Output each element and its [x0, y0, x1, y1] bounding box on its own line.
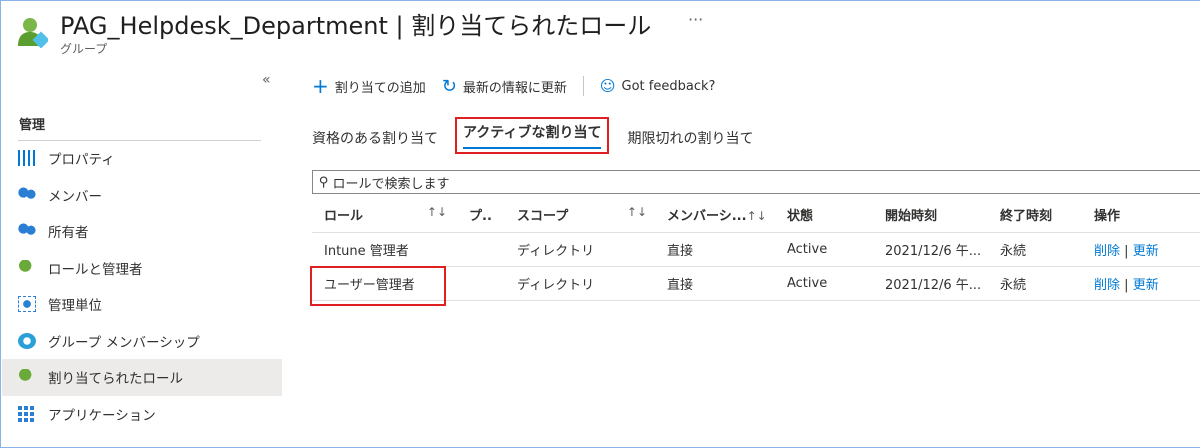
cell-end: 永続	[988, 232, 1082, 267]
update-link[interactable]: 更新	[1133, 244, 1159, 259]
update-link[interactable]: 更新	[1133, 278, 1159, 293]
cell-membership: 直接	[655, 266, 775, 301]
col-start[interactable]: 開始時刻	[873, 198, 988, 233]
sidebar-item-label: プロパティ	[48, 152, 115, 169]
properties-icon	[18, 150, 36, 167]
sidebar-item-assigned-roles[interactable]: 割り当てられたロール	[2, 359, 282, 396]
sidebar-item-label: アプリケーション	[48, 407, 156, 424]
sidebar-item-group-membership[interactable]: グループ メンバーシップ	[2, 323, 282, 360]
cell-p	[457, 232, 505, 267]
sidebar-item-properties[interactable]: プロパティ	[2, 140, 282, 177]
button-label: 最新の情報に更新	[462, 80, 567, 96]
roles-icon	[18, 259, 36, 276]
add-assignment-button[interactable]: + 割り当ての追加	[312, 74, 426, 98]
cell-end: 永続	[988, 266, 1082, 301]
search-input[interactable]: ⚲ ロールで検索します	[312, 170, 1200, 194]
feedback-icon: ☺	[599, 77, 616, 95]
sidebar-section-title: 管理	[19, 118, 46, 133]
cell-scope: ディレクトリ	[505, 266, 655, 301]
sidebar-item-label: メンバー	[48, 188, 102, 205]
sort-icon[interactable]: ↑↓	[747, 209, 767, 223]
refresh-icon: ↻	[441, 75, 457, 97]
sidebar-item-label: 割り当てられたロール	[48, 371, 183, 388]
highlight-box	[310, 266, 446, 306]
cell-p	[457, 266, 505, 301]
admin-units-icon	[18, 296, 36, 313]
col-role[interactable]: ロール ↑↓	[312, 198, 457, 233]
sort-icon[interactable]: ↑↓	[427, 205, 447, 219]
button-label: 割り当ての追加	[334, 80, 426, 96]
toolbar-divider	[582, 76, 584, 96]
applications-icon	[18, 405, 36, 422]
group-icon	[18, 18, 48, 48]
sidebar-item-owners[interactable]: 所有者	[2, 213, 282, 250]
feedback-button[interactable]: ☺ Got feedback?	[600, 77, 716, 95]
owners-icon	[18, 223, 36, 240]
table-header: ロール ↑↓ プ.. スコープ ↑↓ メンバーシ...↑↓ 状態 開始時刻 終了時刻…	[312, 198, 1200, 233]
cell-actions: 削除 | 更新	[1082, 232, 1200, 267]
col-membership[interactable]: メンバーシ...↑↓	[655, 198, 775, 233]
toolbar: + 割り当ての追加 ↻ 最新の情報に更新 ☺ Got feedback?	[312, 74, 725, 98]
sidebar-item-label: 所有者	[48, 225, 89, 242]
tab-expired[interactable]: 期限切れの割り当て	[627, 122, 753, 154]
cell-scope: ディレクトリ	[505, 232, 655, 267]
sidebar-item-label: 管理単位	[48, 298, 102, 315]
group-membership-icon	[18, 332, 36, 349]
sort-icon[interactable]: ↑↓	[627, 205, 647, 219]
remove-link[interactable]: 削除	[1094, 244, 1120, 259]
sidebar-item-label: ロールと管理者	[48, 261, 143, 278]
separator: |	[1124, 277, 1129, 293]
tab-bar: 資格のある割り当て アクティブな割り当て 期限切れの割り当て	[312, 117, 779, 154]
sidebar-item-admin-units[interactable]: 管理単位	[2, 286, 282, 323]
page-subtitle: グループ	[60, 42, 108, 56]
remove-link[interactable]: 削除	[1094, 278, 1120, 293]
more-options-button[interactable]: ···	[688, 10, 703, 29]
page-title: PAG_Helpdesk_Department | 割り当てられたロール	[60, 12, 652, 40]
search-placeholder: ロールで検索します	[332, 176, 450, 192]
col-state[interactable]: 状態	[775, 198, 873, 233]
button-label: Got feedback?	[621, 78, 716, 94]
sidebar-nav: プロパティ メンバー 所有者 ロールと管理者 管理単位 グループ メンバーシップ…	[2, 140, 282, 432]
col-scope[interactable]: スコープ ↑↓	[505, 198, 655, 233]
tab-active[interactable]: アクティブな割り当て	[455, 117, 610, 154]
cell-state: Active	[775, 232, 873, 267]
separator: |	[1124, 243, 1129, 259]
search-icon: ⚲	[319, 174, 329, 190]
cell-role: Intune 管理者	[312, 232, 457, 267]
cell-start: 2021/12/6 午...	[873, 266, 988, 301]
sidebar-item-label: グループ メンバーシップ	[48, 334, 200, 351]
cell-start: 2021/12/6 午...	[873, 232, 988, 267]
col-actions: 操作	[1082, 198, 1200, 233]
sidebar-item-members[interactable]: メンバー	[2, 177, 282, 214]
cell-membership: 直接	[655, 232, 775, 267]
sidebar-item-roles[interactable]: ロールと管理者	[2, 250, 282, 287]
plus-icon: +	[312, 74, 329, 98]
members-icon	[18, 186, 36, 203]
collapse-sidebar-button[interactable]: «	[262, 72, 271, 88]
tab-eligible[interactable]: 資格のある割り当て	[312, 122, 438, 154]
col-end[interactable]: 終了時刻	[988, 198, 1082, 233]
assigned-roles-icon	[18, 369, 36, 386]
col-p[interactable]: プ..	[457, 198, 505, 233]
sidebar-item-applications[interactable]: アプリケーション	[2, 396, 282, 433]
table-row[interactable]: Intune 管理者 ディレクトリ 直接 Active 2021/12/6 午... 永続…	[312, 232, 1200, 267]
cell-actions: 削除 | 更新	[1082, 266, 1200, 301]
tab-label: アクティブな割り当て	[463, 122, 602, 149]
refresh-button[interactable]: ↻ 最新の情報に更新	[442, 76, 567, 97]
cell-state: Active	[775, 266, 873, 301]
